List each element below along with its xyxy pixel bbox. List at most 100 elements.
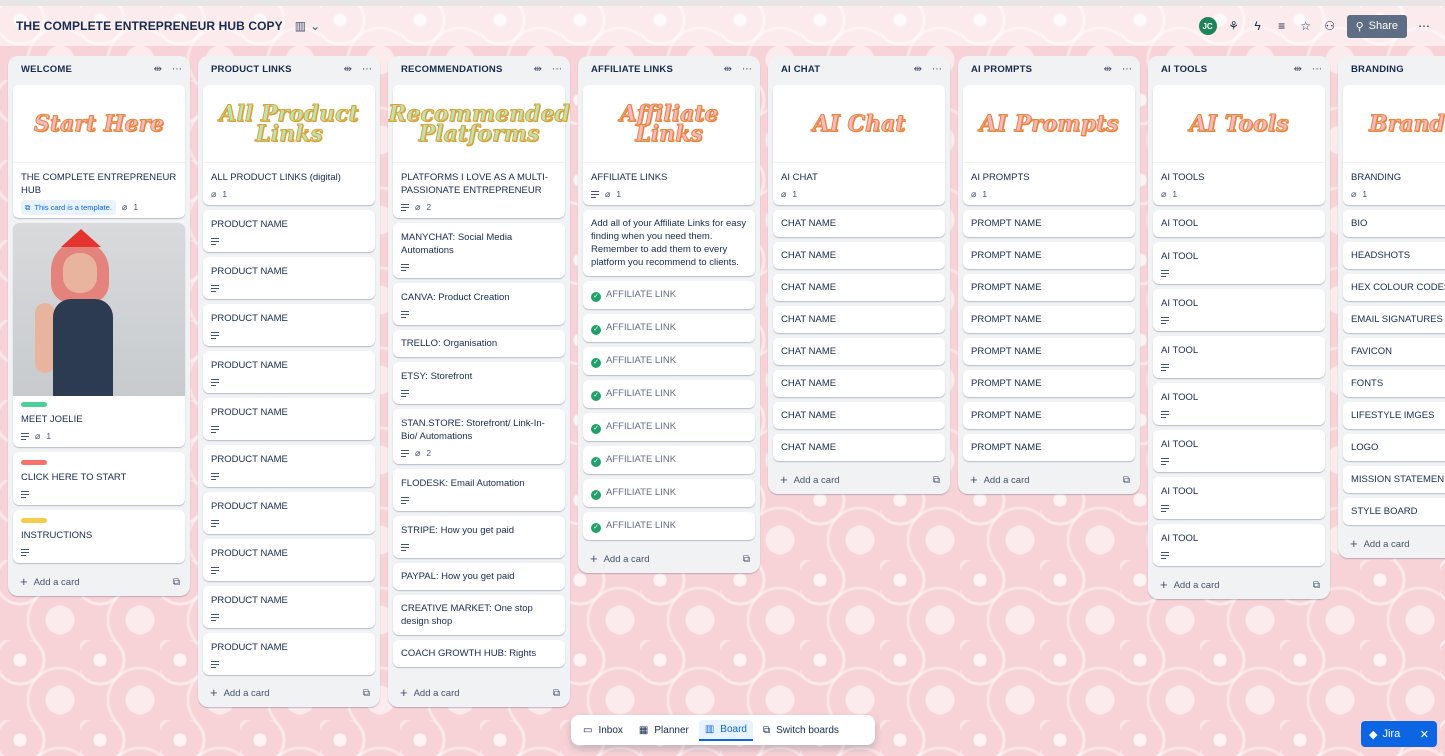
list-item[interactable]: CANVA: Product Creation xyxy=(393,283,565,325)
list-item[interactable]: PRODUCT NAME xyxy=(203,539,375,581)
list-title[interactable]: PRODUCT LINKS xyxy=(211,64,292,75)
star-icon[interactable]: ☆ xyxy=(1299,19,1313,33)
check-icon[interactable]: ✓ xyxy=(591,523,601,533)
list-item[interactable]: HEX COLOUR CODES xyxy=(1343,274,1445,301)
list-item[interactable]: PROMPT NAME xyxy=(963,210,1135,237)
list-item[interactable]: CHAT NAME xyxy=(773,242,945,269)
check-icon[interactable]: ✓ xyxy=(591,325,601,335)
list-item[interactable]: PRODUCT NAME xyxy=(203,633,375,675)
card-ai-prompts[interactable]: AI Prompts AI PROMPTS ⌀ 1 xyxy=(963,85,1135,205)
list-item[interactable]: AI TOOL xyxy=(1153,430,1325,472)
list-item[interactable]: STRIPE: How you get paid xyxy=(393,516,565,558)
list-title[interactable]: BRANDING xyxy=(1351,64,1404,75)
list-item[interactable]: ✓ AFFILIATE LINK xyxy=(583,413,755,441)
list-menu-icon[interactable]: ⋯ xyxy=(742,64,752,75)
list-item[interactable]: PROMPT NAME xyxy=(963,338,1135,365)
list-item[interactable]: LOGO xyxy=(1343,434,1445,461)
share-button[interactable]: ⚲ Share xyxy=(1346,14,1407,38)
list-title[interactable]: WELCOME xyxy=(21,64,72,75)
list-item[interactable]: PRODUCT NAME xyxy=(203,445,375,487)
list-item[interactable]: BIO xyxy=(1343,210,1445,237)
card-platforms[interactable]: Recommended Platforms PLATFORMS I LOVE A… xyxy=(388,85,570,218)
list-item[interactable]: PRODUCT NAME xyxy=(203,586,375,628)
list-menu-icon[interactable]: ⋯ xyxy=(932,64,942,75)
list-item[interactable]: PROMPT NAME xyxy=(963,306,1135,333)
check-icon[interactable]: ✓ xyxy=(591,391,601,401)
list-item[interactable]: PRODUCT NAME xyxy=(203,257,375,299)
nav-board[interactable]: ▥ Board xyxy=(698,719,753,741)
list-item[interactable]: ✓ AFFILIATE LINK xyxy=(583,446,755,474)
list-item[interactable]: CHAT NAME xyxy=(773,338,945,365)
card-ai-tools[interactable]: AI Tools AI TOOLS ⌀ 1 xyxy=(1153,85,1325,205)
card-meet-joelie[interactable]: MEET JOELIE ⌀ 1 xyxy=(13,223,185,447)
collapse-icon[interactable]: ⇹ xyxy=(724,64,732,75)
list-title[interactable]: AI CHAT xyxy=(781,64,820,75)
list-item[interactable]: AI TOOL xyxy=(1153,336,1325,378)
check-icon[interactable]: ✓ xyxy=(591,424,601,434)
list-item[interactable]: ✓ AFFILIATE LINK xyxy=(583,347,755,375)
list-title[interactable]: RECOMMENDATIONS xyxy=(401,64,503,75)
list-item[interactable]: ETSY: Storefront xyxy=(393,362,565,404)
nav-inbox[interactable]: ▭ Inbox xyxy=(577,721,629,740)
list-item[interactable]: MISSION STATEMEN xyxy=(1343,466,1445,493)
list-item[interactable]: AI TOOL xyxy=(1153,210,1325,237)
create-from-template-icon[interactable]: ⧉ xyxy=(173,577,180,588)
list-item[interactable]: STYLE BOARD xyxy=(1343,498,1445,525)
add-card-button[interactable]: + Add a card ⧉ xyxy=(198,679,380,707)
card-branding[interactable]: Brand BRANDING ⌀ 1 xyxy=(1343,85,1445,205)
check-icon[interactable]: ✓ xyxy=(591,457,601,467)
collapse-icon[interactable]: ⇹ xyxy=(1104,64,1112,75)
list-item[interactable]: PAYPAL: How you get paid xyxy=(393,563,565,590)
list-item[interactable]: AI TOOL xyxy=(1153,524,1325,566)
create-from-template-icon[interactable]: ⧉ xyxy=(553,688,560,699)
filter-icon[interactable]: ≡ xyxy=(1275,19,1289,33)
list-title[interactable]: AFFILIATE LINKS xyxy=(591,64,673,75)
create-from-template-icon[interactable]: ⧉ xyxy=(1313,580,1320,591)
add-card-button[interactable]: + Add a card ⧉ xyxy=(1148,571,1330,599)
close-icon[interactable]: ✕ xyxy=(1420,728,1429,741)
list-item[interactable]: PROMPT NAME xyxy=(963,434,1135,461)
list-item[interactable]: CHAT NAME xyxy=(773,210,945,237)
label-green[interactable] xyxy=(21,402,47,407)
list-menu-icon[interactable]: ⋯ xyxy=(552,64,562,75)
list-item[interactable]: STAN.STORE: Storefront/ Link-In-Bio/ Aut… xyxy=(393,409,565,464)
power-ups-icon[interactable]: ⚘ xyxy=(1227,19,1241,33)
collapse-icon[interactable]: ⇹ xyxy=(1294,64,1302,75)
list-item[interactable]: CHAT NAME xyxy=(773,434,945,461)
collapse-icon[interactable]: ⇹ xyxy=(534,64,542,75)
board-title[interactable]: THE COMPLETE ENTREPRENEUR HUB COPY xyxy=(16,19,283,33)
list-menu-icon[interactable]: ⋯ xyxy=(172,64,182,75)
more-menu-icon[interactable]: ⋯ xyxy=(1417,19,1431,33)
list-item[interactable]: ✓ AFFILIATE LINK xyxy=(583,380,755,408)
list-item[interactable]: CREATIVE MARKET: One stop design shop xyxy=(393,595,565,635)
avatar[interactable]: JC xyxy=(1198,17,1217,35)
card-instructions[interactable]: INSTRUCTIONS xyxy=(13,510,185,563)
list-item[interactable]: CHAT NAME xyxy=(773,274,945,301)
nav-planner[interactable]: ▦ Planner xyxy=(633,721,695,740)
list-item[interactable]: MANYCHAT: Social Media Automations xyxy=(393,223,565,278)
list-item[interactable]: AI TOOL xyxy=(1153,289,1325,331)
add-card-button[interactable]: + Add a card ⧉ xyxy=(578,545,760,573)
label-red[interactable] xyxy=(21,460,47,465)
card-affiliate-links[interactable]: Affiliate Links AFFILIATE LINKS ⌀ 1 xyxy=(583,85,755,205)
create-from-template-icon[interactable]: ⧉ xyxy=(743,554,750,565)
list-title[interactable]: AI PROMPTS xyxy=(971,64,1032,75)
members-icon[interactable]: ⚇ xyxy=(1323,19,1337,33)
create-from-template-icon[interactable]: ⧉ xyxy=(933,475,940,486)
check-icon[interactable]: ✓ xyxy=(591,490,601,500)
nav-switch-boards[interactable]: ⧉ Switch boards xyxy=(757,721,845,740)
check-icon[interactable]: ✓ xyxy=(591,292,601,302)
list-item[interactable]: PROMPT NAME xyxy=(963,402,1135,429)
card-click-here[interactable]: CLICK HERE TO START xyxy=(13,452,185,505)
label-yellow[interactable] xyxy=(21,518,47,523)
list-item[interactable]: PROMPT NAME xyxy=(963,274,1135,301)
list-item[interactable]: PRODUCT NAME xyxy=(203,492,375,534)
list-item[interactable]: FLODESK: Email Automation xyxy=(393,469,565,511)
list-item[interactable]: COACH GROWTH HUB: Rights xyxy=(393,640,565,667)
collapse-icon[interactable]: ⇹ xyxy=(154,64,162,75)
list-menu-icon[interactable]: ⋯ xyxy=(1312,64,1322,75)
list-item[interactable]: HEADSHOTS xyxy=(1343,242,1445,269)
list-menu-icon[interactable]: ⋯ xyxy=(362,64,372,75)
automation-icon[interactable]: ϟ xyxy=(1251,19,1265,33)
create-from-template-icon[interactable]: ⧉ xyxy=(363,688,370,699)
